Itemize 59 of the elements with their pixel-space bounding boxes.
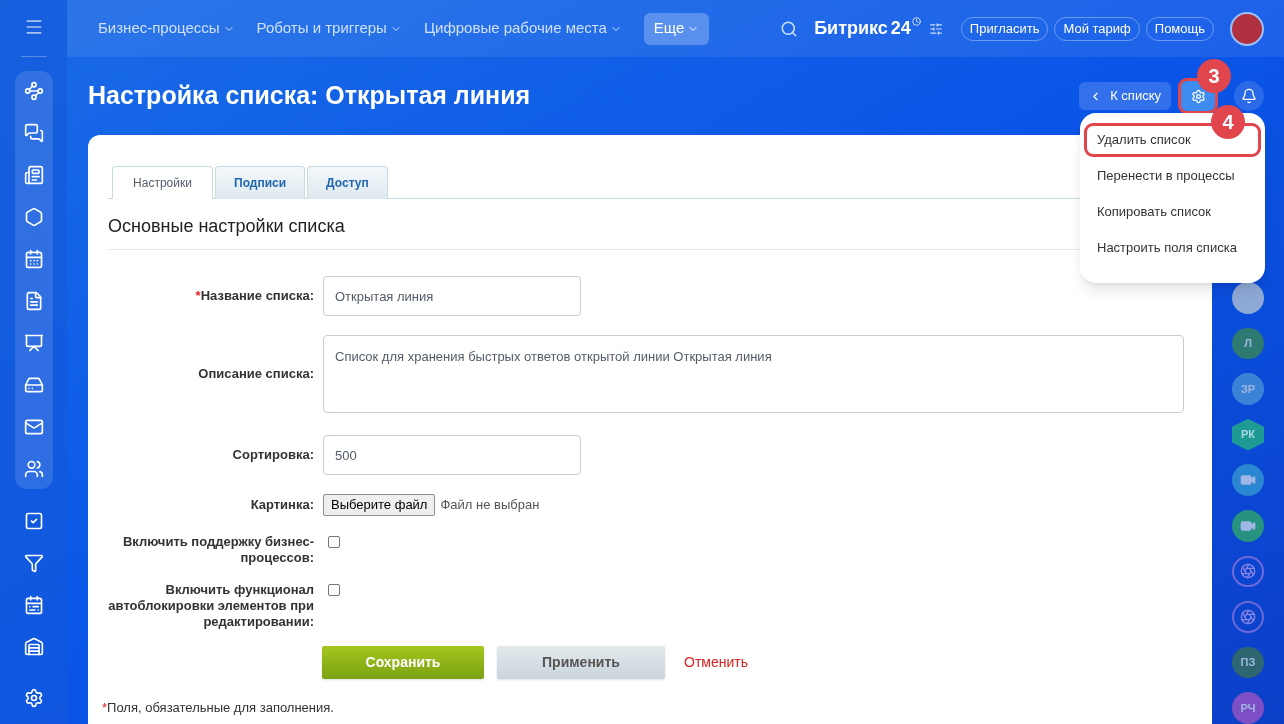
- user-avatar[interactable]: [1230, 11, 1264, 46]
- checkbox-icon[interactable]: [23, 511, 44, 531]
- field-label: Включить поддержку бизнес-процессов:: [122, 534, 314, 565]
- tab[interactable]: Настройки: [112, 166, 213, 199]
- news-icon[interactable]: [23, 165, 44, 185]
- field-label: Сортировка:: [232, 447, 314, 462]
- channel-avatar[interactable]: [1232, 601, 1264, 633]
- drive-icon[interactable]: [23, 375, 44, 395]
- step-badge: 3: [1197, 59, 1231, 93]
- cancel-link[interactable]: Отменить: [684, 652, 748, 673]
- tab[interactable]: Подписи: [215, 166, 306, 199]
- hexagon-icon[interactable]: [23, 207, 44, 227]
- logo-text: Битрикс: [814, 17, 888, 40]
- menu-item[interactable]: Перенести в процессы: [1087, 162, 1258, 190]
- calendar-list-icon[interactable]: [23, 595, 44, 615]
- gear-icon: [1190, 88, 1206, 104]
- nav-tab[interactable]: Бизнес-процессы: [98, 17, 235, 40]
- mail-icon[interactable]: [23, 417, 44, 437]
- notifications-button[interactable]: [1234, 81, 1264, 111]
- initials-avatar[interactable]: РЧ: [1232, 692, 1264, 724]
- sliders-icon[interactable]: [928, 21, 943, 36]
- presentation-board-icon[interactable]: [23, 333, 44, 353]
- warehouse-icon[interactable]: [23, 637, 44, 657]
- users-icon[interactable]: [23, 459, 44, 479]
- search-icon[interactable]: [780, 19, 799, 38]
- field-label: Включить функционал автоблокировки элементов при редактировании:: [108, 582, 314, 629]
- initials-avatar[interactable]: ПЗ: [1232, 646, 1264, 679]
- chat-icon[interactable]: [23, 123, 44, 143]
- calendar-icon[interactable]: [23, 249, 44, 269]
- nav-tab[interactable]: Роботы и триггеры: [256, 17, 402, 40]
- checkbox[interactable]: [328, 536, 340, 548]
- video-chat-avatar[interactable]: [1232, 464, 1264, 496]
- avatar-placeholder[interactable]: [1232, 282, 1264, 314]
- nav-tab[interactable]: Еще: [643, 12, 710, 45]
- text-field[interactable]: 500: [323, 435, 581, 475]
- field-label: Картинка:: [250, 497, 314, 512]
- description-field[interactable]: Список для хранения быстрых ответов открытой линии Открытая линия: [323, 335, 1184, 413]
- funnel-icon[interactable]: [23, 553, 44, 573]
- clock-icon: [911, 17, 921, 26]
- field-label: *Название списка:: [195, 288, 314, 303]
- menu-item[interactable]: Настроить поля списка: [1087, 234, 1258, 262]
- checkbox[interactable]: [328, 584, 340, 596]
- apply-button[interactable]: Применить: [497, 646, 665, 679]
- page-title: Настройка списка: Открытая линия: [88, 80, 531, 112]
- file-status: Файл не выбран: [440, 496, 540, 515]
- nav-tab[interactable]: Цифровые рабочие места: [423, 17, 622, 40]
- workflow-icon[interactable]: [23, 81, 44, 101]
- tab[interactable]: Доступ: [307, 166, 388, 199]
- bell-icon: [1241, 88, 1257, 104]
- menu-item[interactable]: Копировать список: [1087, 198, 1258, 226]
- settings-icon[interactable]: [23, 688, 44, 708]
- text-field[interactable]: Открытая линия: [323, 276, 581, 316]
- choose-file-button[interactable]: Выберите файл: [323, 494, 436, 516]
- field-label: Описание списка:: [198, 366, 314, 381]
- video-chat-avatar[interactable]: [1232, 509, 1264, 542]
- back-button[interactable]: К списку: [1079, 82, 1171, 110]
- logo-number: 24: [890, 17, 911, 40]
- channel-avatar[interactable]: [1232, 555, 1264, 588]
- required-footnote: *Поля, обязательные для заполнения.: [102, 699, 335, 717]
